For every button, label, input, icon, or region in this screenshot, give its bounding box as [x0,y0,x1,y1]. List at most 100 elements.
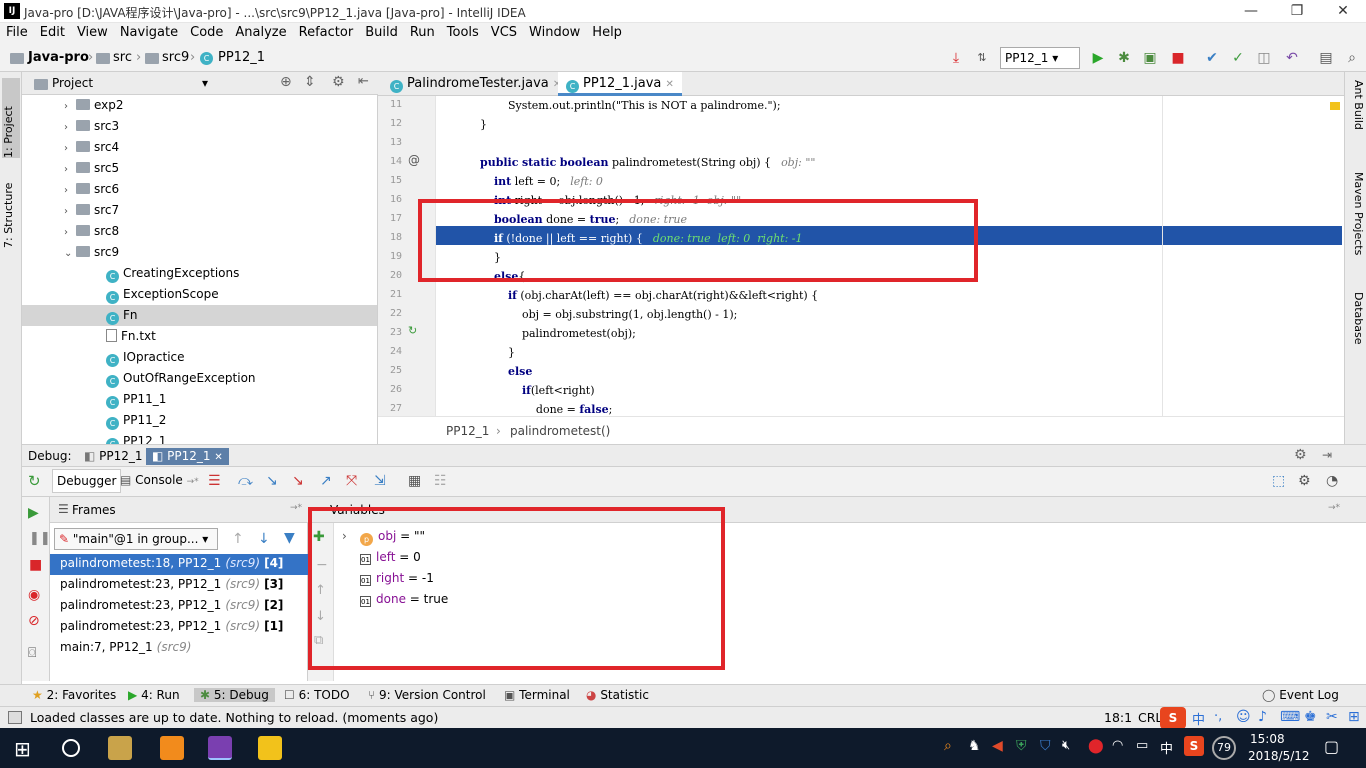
pause-icon[interactable]: ❚❚ [29,531,51,546]
frame-row[interactable]: main:7, PP12_1 (src9) [50,638,308,659]
project-view-dropdown-icon[interactable]: ▾ [202,76,208,90]
cursor-position[interactable]: 18:1 [1104,710,1132,725]
tool-terminal[interactable]: ▣ Terminal [504,688,570,702]
code-line[interactable]: System.out.println("This is NOT a palind… [466,96,1336,115]
tool-event-log[interactable]: ◯ Event Log [1262,688,1339,702]
tree-item-folder[interactable]: › src5 [22,158,377,179]
tree-item-folder[interactable]: › src7 [22,200,377,221]
tree-item-class[interactable]: C Fn [22,305,377,326]
minimize-button[interactable]: — [1228,0,1274,22]
step-over-icon[interactable]: ⤼ [238,473,253,489]
frame-row[interactable]: palindrometest:23, PP12_1 (src9) [1] [50,617,308,638]
close-button[interactable]: ✕ [1320,0,1366,22]
sort-icon[interactable]: ⇅ [974,50,990,66]
expand-arrow-icon[interactable]: › [64,101,76,112]
ime-chinese-icon[interactable]: 中 [1192,709,1205,728]
up-arrow-icon[interactable]: ↑ [232,531,244,547]
tree-item-class[interactable]: C IOpractice [22,347,377,368]
taskbar-time[interactable]: 15:08 [1250,732,1285,746]
frame-row[interactable]: palindrometest:18, PP12_1 (src9) [4] [50,554,308,575]
expand-arrow-icon[interactable]: › [64,143,76,154]
breadcrumb-src[interactable]: src [113,50,132,65]
menu-grid-icon[interactable]: ⊞ [1348,709,1360,725]
tool-run[interactable]: ▶ 4: Run [128,688,180,702]
tree-item-folder[interactable]: ⌄ src9 [22,242,377,263]
menu-refactor[interactable]: Refactor [293,23,360,40]
tree-item-class[interactable]: C PP11_1 [22,389,377,410]
tree-item-class[interactable]: C ExceptionScope [22,284,377,305]
code-line[interactable] [466,134,1336,153]
tool-tab-structure[interactable]: 7: Structure [2,168,20,248]
menu-file[interactable]: File [0,23,34,40]
taskbar-ime-indicator[interactable]: 中 [1160,738,1173,757]
close-tab-icon[interactable]: ✕ [214,452,222,463]
coverage-icon[interactable]: ▣ [1142,50,1158,66]
menu-navigate[interactable]: Navigate [114,23,184,40]
tray-search-icon[interactable]: ⌕ [944,738,952,754]
search-app-icon[interactable] [160,736,184,760]
tab-palindrome-tester[interactable]: CPalindromeTester.java ✕ [382,72,569,96]
windows-start-icon[interactable]: ⊞ [14,737,31,761]
tab-pp12-1[interactable]: C PP12_1.java ✕ [558,72,682,96]
run-configuration-select[interactable]: PP12_1 ▾ [1000,47,1080,69]
trace-icon[interactable]: ☷ [434,473,447,489]
code-line[interactable]: } [466,115,1336,134]
tool-statistic[interactable]: ◕ Statistic [586,688,649,702]
code-line[interactable]: if(left<right) [466,381,1336,400]
app-taskbar-icon[interactable] [108,736,132,760]
editor-breadcrumb-method[interactable]: palindrometest() [510,424,610,438]
debug-session-tab-active[interactable]: ◧ PP12_1 ✕ [146,448,229,465]
tree-item-folder[interactable]: › src3 [22,116,377,137]
history-icon[interactable]: ◫ [1256,50,1272,66]
cortana-search-icon[interactable] [62,739,80,757]
code-line[interactable]: public static boolean palindrometest(Str… [466,153,1336,172]
tray-app-icon[interactable]: ◀ [992,738,1003,754]
mic-icon[interactable]: ♪ [1258,709,1267,725]
force-step-into-icon[interactable]: ↘ [292,473,304,489]
code-line[interactable]: obj = obj.substring(1, obj.length() - 1)… [466,305,1336,324]
smiley-icon[interactable]: ☺ [1236,709,1251,725]
pin-icon[interactable]: →* [1328,503,1340,513]
tool-version-control[interactable]: ⑂ 9: Version Control [368,688,486,702]
tool-tab-maven-projects[interactable]: Maven Projects [1347,172,1365,282]
toolbox-icon[interactable]: ✂ [1326,709,1338,725]
menu-analyze[interactable]: Analyze [229,23,292,40]
camera-icon[interactable]: ⌼ [28,645,36,661]
step-out-icon[interactable]: ↗ [320,473,332,489]
hide-panel-icon[interactable]: ⇥ [1322,448,1332,462]
menu-help[interactable]: Help [586,23,628,40]
recursive-call-icon[interactable]: ↻ [408,324,417,337]
menu-vcs[interactable]: VCS [485,23,523,40]
menu-edit[interactable]: Edit [34,23,71,40]
pin-icon[interactable]: →* [290,503,302,513]
battery-icon[interactable]: ▭ [1136,738,1148,753]
code-line[interactable]: palindrometest(obj); [466,324,1336,343]
sogou-ime-icon[interactable]: S [1160,707,1186,729]
breadcrumb-project[interactable]: Java-pro [28,50,89,65]
restore-button[interactable]: ❐ [1274,0,1320,22]
code-line[interactable]: int left = 0; left: 0 [466,172,1336,191]
tree-item-class[interactable]: C CreatingExceptions [22,263,377,284]
structure-icon[interactable]: ▤ [1318,50,1334,66]
tree-item-folder[interactable]: › exp2 [22,95,377,116]
collapse-arrow-icon[interactable]: ⌄ [64,248,76,259]
tool-favorites[interactable]: ★ 2: Favorites [32,688,116,702]
override-marker-icon[interactable]: @ [408,153,420,167]
tree-item-folder[interactable]: › src8 [22,221,377,242]
tab-console[interactable]: ▤ Console →* [116,469,203,493]
show-execution-point-icon[interactable]: ☰ [208,473,221,489]
keyboard-icon[interactable]: ⌨ [1280,709,1300,725]
expand-arrow-icon[interactable]: › [64,206,76,217]
code-line[interactable]: else [466,362,1336,381]
pin-tab-icon[interactable]: ◔ [1326,473,1338,489]
rerun-icon[interactable]: ↻ [28,472,41,490]
tree-item-text-file[interactable]: Fn.txt [22,326,377,347]
hide-panel-icon[interactable]: ⇤ [358,74,369,89]
gear-icon[interactable]: ⚙ [332,74,345,90]
code-line[interactable]: done = false; [466,400,1336,416]
notification-center-icon[interactable]: ▢ [1324,737,1339,756]
tray-qq-icon[interactable]: ♞ [968,738,981,754]
locate-icon[interactable]: ⊕ [280,74,292,90]
search-icon[interactable]: ⌕ [1344,50,1360,66]
file-explorer-icon[interactable] [258,736,282,760]
